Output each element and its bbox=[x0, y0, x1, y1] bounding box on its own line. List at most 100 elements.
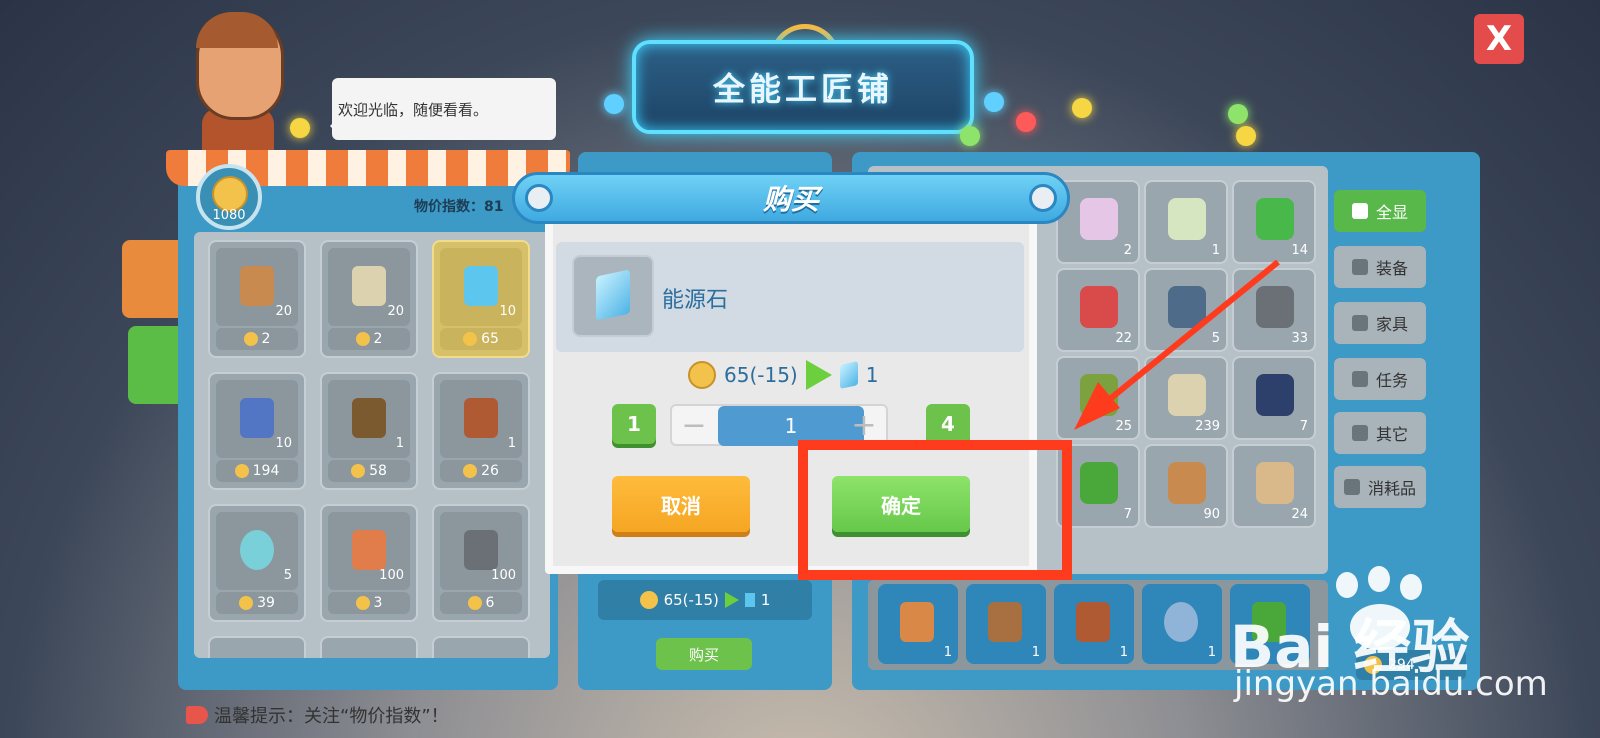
sword-icon bbox=[1351, 259, 1368, 275]
purchase-dialog-header: 购买 bbox=[512, 172, 1070, 224]
net-icon bbox=[1164, 602, 1198, 642]
npc-speech-text: 欢迎光临，随便看看。 bbox=[338, 100, 489, 119]
shop-item[interactable]: 10 194 bbox=[208, 372, 306, 490]
arrow-right-icon bbox=[805, 360, 832, 390]
decrease-button[interactable]: − bbox=[674, 408, 714, 443]
increase-button[interactable]: + bbox=[844, 408, 884, 443]
coin-icon bbox=[355, 596, 370, 610]
cake-icon bbox=[1343, 479, 1360, 495]
unit-price: 65(-15) bbox=[724, 363, 798, 387]
max-quantity-button[interactable]: 4 bbox=[926, 404, 970, 444]
equipped-slot[interactable]: 1 bbox=[1054, 584, 1134, 664]
shop-item[interactable]: 20 2 bbox=[320, 240, 418, 358]
coin-balance: 1080 bbox=[212, 208, 246, 223]
pickaxe-icon bbox=[1076, 602, 1110, 642]
header-knob bbox=[525, 184, 553, 212]
shop-title: 全能工匠铺 bbox=[712, 70, 893, 108]
shop-item[interactable] bbox=[208, 636, 306, 658]
coin-icon bbox=[639, 591, 658, 609]
coin-balance-badge: 1080 bbox=[196, 164, 262, 230]
stone-icon bbox=[352, 266, 386, 306]
light-bulb bbox=[984, 92, 1004, 112]
cactus-icon bbox=[1080, 462, 1118, 504]
toolbox-icon bbox=[240, 398, 274, 438]
watermark-url: jingyan.baidu.com bbox=[1234, 664, 1548, 704]
selected-item-name: 能源石 bbox=[662, 288, 729, 313]
light-bulb bbox=[290, 118, 310, 138]
equipped-slot[interactable]: 1 bbox=[878, 584, 958, 664]
category-furniture-button[interactable]: 家具 bbox=[1334, 302, 1426, 344]
shop-item[interactable]: 20 2 bbox=[208, 240, 306, 358]
light-bulb bbox=[1016, 112, 1036, 132]
coin-icon bbox=[463, 464, 478, 478]
shop-item-selected[interactable]: 10 65 bbox=[432, 240, 530, 358]
wood-log-icon bbox=[1168, 462, 1206, 504]
shop-item-grid: 20 2 20 2 10 65 10 194 1 58 1 26 5 39 10… bbox=[194, 232, 550, 658]
hint-bar: 温馨提示：关注“物价指数”！ bbox=[186, 702, 449, 728]
buy-tab[interactable] bbox=[128, 326, 184, 404]
coin-icon bbox=[243, 332, 258, 346]
slingshot-icon bbox=[900, 602, 934, 642]
hint-text: 温馨提示：关注“物价指数”！ bbox=[214, 706, 449, 727]
category-task-button[interactable]: 任务 bbox=[1334, 358, 1426, 400]
shop-item[interactable]: 100 6 bbox=[432, 504, 530, 622]
npc-hair bbox=[196, 12, 278, 48]
shop-item[interactable]: 100 3 bbox=[320, 504, 418, 622]
light-bulb bbox=[960, 126, 980, 146]
coin-icon bbox=[467, 596, 482, 610]
shop-item[interactable] bbox=[320, 636, 418, 658]
light-bulb bbox=[1236, 126, 1256, 146]
close-button[interactable]: X bbox=[1474, 14, 1524, 64]
category-consumable-button[interactable]: 消耗品 bbox=[1334, 466, 1426, 508]
sofa-icon bbox=[1351, 315, 1368, 331]
npc-speech-bubble: 欢迎光临，随便看看。 bbox=[330, 78, 556, 140]
iron-ore-icon bbox=[464, 530, 498, 570]
coin-icon bbox=[463, 332, 478, 346]
balloon-icon bbox=[240, 530, 274, 570]
buy-button[interactable]: 购买 bbox=[656, 638, 752, 670]
equipped-slot[interactable]: 1 bbox=[966, 584, 1046, 664]
shop-item[interactable]: 1 58 bbox=[320, 372, 418, 490]
axe-icon bbox=[988, 602, 1022, 642]
energy-stone-icon bbox=[596, 269, 630, 321]
light-bulb bbox=[1228, 104, 1248, 124]
energy-stone-icon bbox=[744, 593, 755, 607]
inventory-slot[interactable]: 24 bbox=[1232, 444, 1316, 528]
shop-item[interactable]: 1 26 bbox=[432, 372, 530, 490]
snake-icon bbox=[1256, 198, 1294, 240]
purchase-price-line: 65(-15) 1 bbox=[688, 360, 878, 390]
close-icon: X bbox=[1485, 19, 1513, 59]
shop-item[interactable]: 5 39 bbox=[208, 504, 306, 622]
selected-item-icon-box bbox=[572, 255, 654, 337]
coin-icon bbox=[351, 464, 366, 478]
annotation-arrow bbox=[1074, 259, 1280, 430]
detail-price: 65(-15) 1 bbox=[598, 580, 812, 620]
megaphone-icon bbox=[186, 706, 208, 724]
equipped-slot[interactable]: 1 bbox=[1142, 584, 1222, 664]
price-index-label: 物价指数：81 bbox=[414, 199, 504, 215]
rope-icon bbox=[1256, 462, 1294, 504]
category-equipment-button[interactable]: 装备 bbox=[1334, 246, 1426, 288]
inventory-slot[interactable]: 90 bbox=[1144, 444, 1228, 528]
energy-stone-icon bbox=[464, 266, 498, 306]
min-quantity-button[interactable]: 1 bbox=[612, 404, 656, 444]
wood-log-icon bbox=[240, 266, 274, 306]
axe-icon bbox=[464, 398, 498, 438]
grid-icon bbox=[1351, 203, 1368, 219]
cancel-button[interactable]: 取消 bbox=[612, 476, 750, 532]
energy-stone-icon bbox=[839, 361, 858, 389]
clipboard-icon bbox=[1351, 371, 1368, 387]
shop-item[interactable] bbox=[432, 636, 530, 658]
sell-tab[interactable] bbox=[122, 240, 178, 318]
light-bulb bbox=[1072, 98, 1092, 118]
light-bulb bbox=[604, 94, 624, 114]
copper-ore-icon bbox=[352, 530, 386, 570]
miner-helmet-icon bbox=[352, 398, 386, 438]
result-quantity: 1 bbox=[865, 363, 879, 387]
dialog-title: 购买 bbox=[762, 183, 819, 216]
category-all-button[interactable]: 全显 bbox=[1334, 190, 1426, 232]
coin-icon bbox=[239, 596, 254, 610]
coin-icon bbox=[355, 332, 370, 346]
coin-icon bbox=[234, 464, 249, 478]
category-other-button[interactable]: 其它 bbox=[1334, 412, 1426, 454]
